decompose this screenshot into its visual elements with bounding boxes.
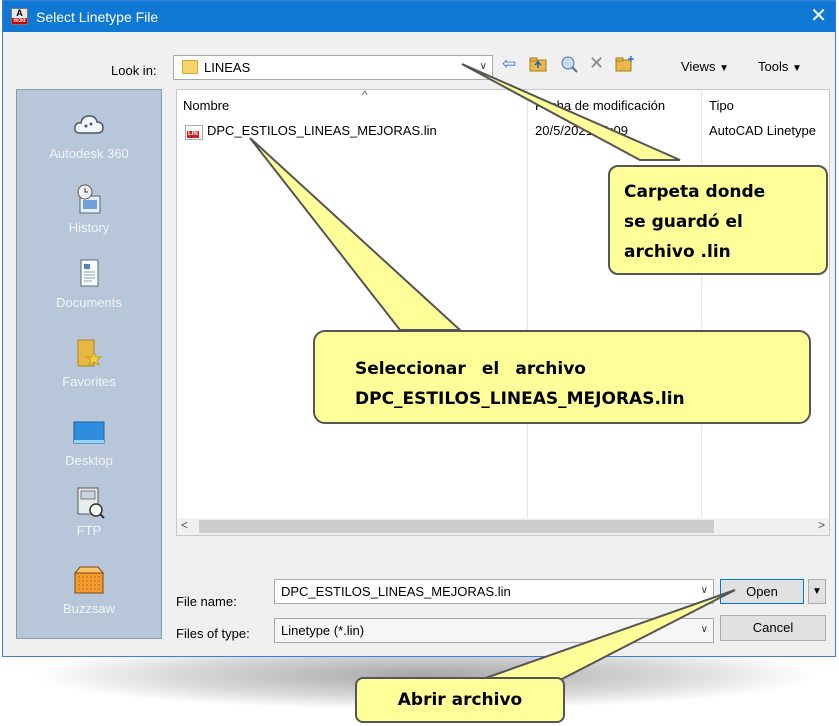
open-file-callout: Abrir archivo [355, 677, 565, 723]
select-callout-line2: DPC_ESTILOS_LINEAS_MEJORAS.lin [355, 389, 685, 409]
folder-callout: Carpeta donde se guardó el archivo .lin [608, 165, 828, 275]
select-file-callout: Seleccionar el archivo DPC_ESTILOS_LINEA… [313, 330, 811, 424]
folder-callout-line2: se guardó el [624, 212, 743, 232]
open-callout-pointer [479, 589, 736, 681]
folder-callout-line3: archivo .lin [624, 242, 731, 262]
select-callout-line1: Seleccionar el archivo [355, 359, 586, 379]
folder-callout-line1: Carpeta donde [624, 182, 766, 202]
folder-callout-pointer [461, 63, 681, 161]
select-callout-pointer [249, 137, 463, 331]
